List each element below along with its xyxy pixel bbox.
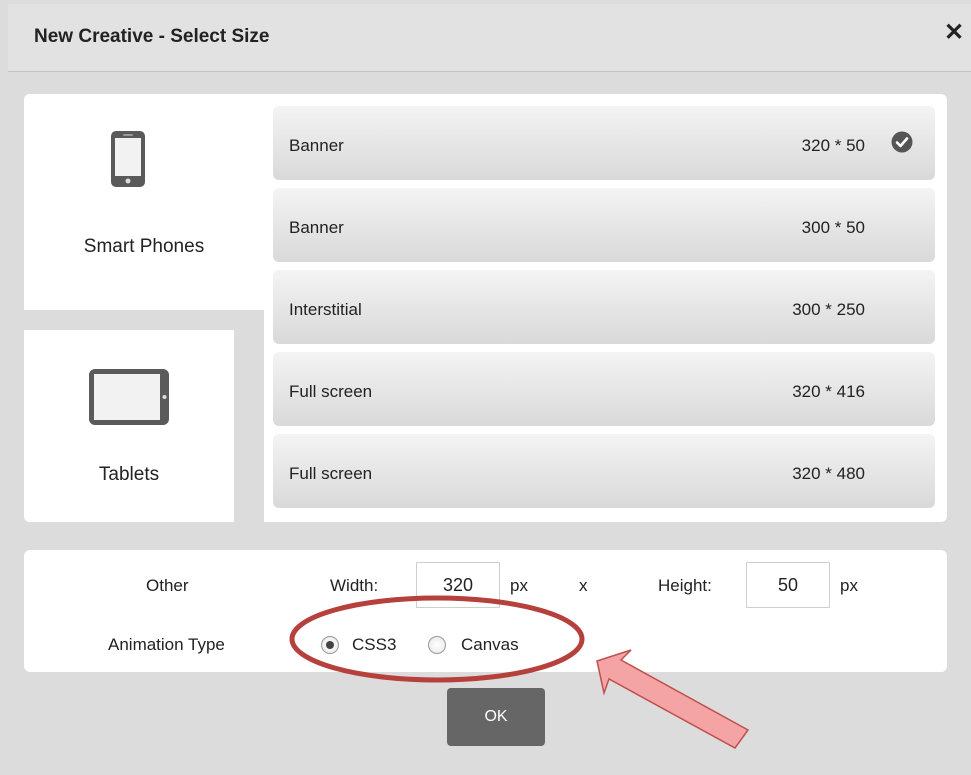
device-label-tablets: Tablets: [98, 464, 160, 485]
size-name: Interstitial: [289, 300, 362, 319]
device-tab-smart-phones[interactable]: Smart Phones: [24, 94, 264, 310]
size-option-banner-320x50[interactable]: Banner 320 * 50: [273, 106, 935, 180]
tab-separator: [24, 310, 264, 330]
size-dimensions: 300 * 50: [801, 218, 865, 237]
height-label: Height:: [658, 576, 712, 595]
size-name: Full screen: [289, 464, 373, 483]
size-list: Banner 320 * 50 Banner 300 * 50 Intersti…: [273, 106, 935, 516]
canvas-label[interactable]: Canvas: [461, 635, 519, 655]
canvas-radio[interactable]: [428, 636, 446, 654]
other-settings-panel: Other Width: px x Height: px Animation T…: [24, 550, 947, 672]
animation-type-label: Animation Type: [108, 635, 225, 654]
size-dimensions: 320 * 50: [801, 136, 865, 155]
times-sign: x: [579, 576, 588, 595]
size-option-interstitial-300x250[interactable]: Interstitial 300 * 250: [273, 270, 935, 344]
size-option-banner-300x50[interactable]: Banner 300 * 50: [273, 188, 935, 262]
smartphone-icon: [111, 131, 145, 187]
dialog-titlebar: New Creative - Select Size ✕: [8, 4, 971, 72]
css3-radio[interactable]: [321, 636, 339, 654]
size-option-full-screen-320x480[interactable]: Full screen 320 * 480: [273, 434, 935, 508]
size-name: Full screen: [289, 382, 373, 401]
height-field[interactable]: [746, 562, 830, 608]
tablet-icon: [89, 369, 169, 425]
size-dimensions: 320 * 416: [792, 382, 865, 401]
ok-button[interactable]: OK: [447, 688, 545, 746]
size-dimensions: 320 * 480: [792, 464, 865, 483]
height-unit: px: [840, 576, 858, 595]
device-tab-tablets[interactable]: Tablets: [24, 330, 234, 522]
tab-separator: [234, 310, 264, 522]
css3-label[interactable]: CSS3: [352, 635, 396, 655]
check-icon: [891, 131, 913, 153]
close-icon[interactable]: ✕: [941, 20, 967, 46]
other-label: Other: [146, 576, 189, 595]
size-selection-panel: Smart Phones Tablets Banner 320 * 50 Ban…: [24, 94, 947, 522]
size-dimensions: 300 * 250: [792, 300, 865, 319]
width-unit: px: [510, 576, 528, 595]
width-field[interactable]: [416, 562, 500, 608]
size-name: Banner: [289, 218, 344, 237]
size-option-full-screen-320x416[interactable]: Full screen 320 * 416: [273, 352, 935, 426]
dialog-title: New Creative - Select Size: [34, 26, 270, 47]
device-label-smart-phones: Smart Phones: [83, 236, 205, 257]
size-name: Banner: [289, 136, 344, 155]
width-label: Width:: [330, 576, 379, 595]
